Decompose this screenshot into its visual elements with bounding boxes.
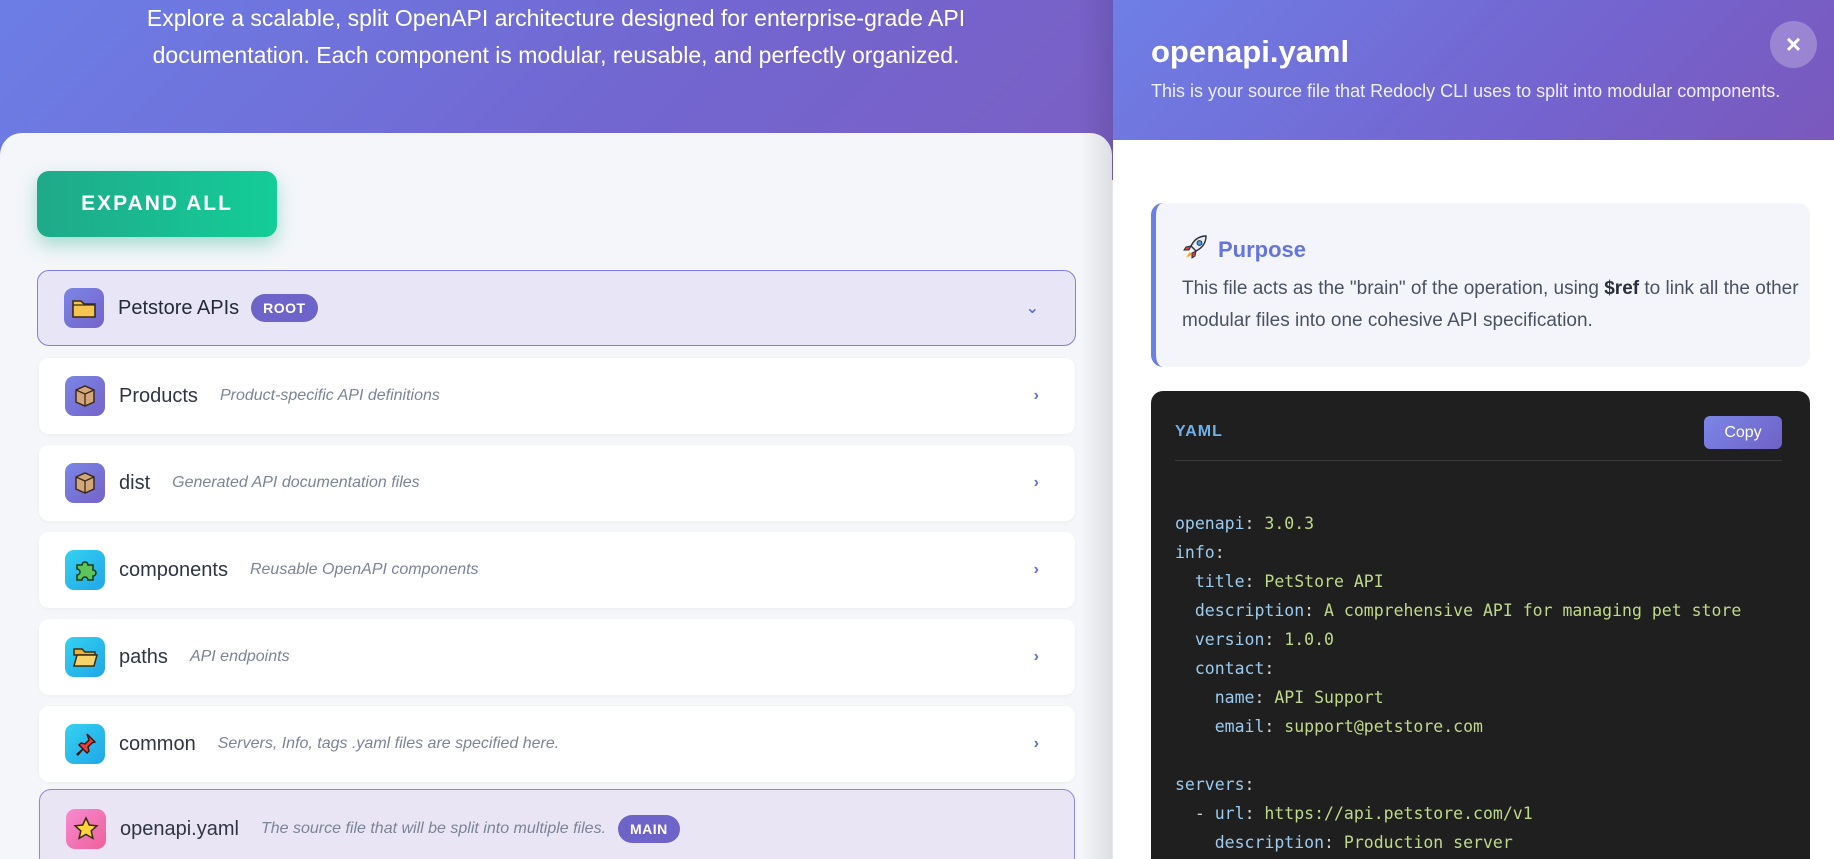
folder-icon bbox=[64, 288, 104, 328]
code-value: 3.0.3 bbox=[1254, 514, 1315, 533]
code-indent: - bbox=[1175, 804, 1215, 823]
code-key: url bbox=[1214, 804, 1245, 823]
package-icon bbox=[65, 463, 105, 503]
code-line: name: API Support bbox=[1175, 683, 1782, 712]
code-block: YAML Copy openapi: 3.0.3 info: title: Pet… bbox=[1151, 391, 1810, 859]
code-value: 1.0.0 bbox=[1274, 630, 1334, 649]
code-line: description: Production server bbox=[1175, 828, 1782, 857]
code-line: version: 1.0.0 bbox=[1175, 625, 1782, 654]
star-icon bbox=[66, 809, 106, 849]
code-value: A comprehensive API for managing pet sto… bbox=[1314, 601, 1742, 620]
package-icon bbox=[65, 376, 105, 416]
tree-item-description: Reusable OpenAPI components bbox=[249, 561, 479, 578]
chevron-right-icon[interactable]: › bbox=[1034, 735, 1039, 753]
tree-item-label: Products bbox=[119, 384, 198, 407]
code-language-label: YAML bbox=[1175, 423, 1223, 440]
code-value: PetStore API bbox=[1254, 572, 1384, 591]
code-key: contact bbox=[1194, 659, 1265, 678]
tree-item-paths[interactable]: paths API endpoints › bbox=[39, 619, 1075, 695]
drawer-title: openapi.yaml bbox=[1151, 34, 1350, 69]
tree-root-petstore-apis[interactable]: Petstore APIs ROOT ⌄ bbox=[37, 270, 1076, 346]
code-key: openapi bbox=[1175, 514, 1245, 533]
puzzle-icon bbox=[65, 550, 105, 590]
root-badge: ROOT bbox=[251, 294, 318, 322]
code-key: name bbox=[1214, 688, 1255, 707]
tree-item-label: dist bbox=[119, 471, 151, 494]
hero-line-2: documentation. Each component is modular… bbox=[152, 42, 960, 68]
purpose-text-ref: $ref bbox=[1604, 278, 1640, 299]
purpose-header: Purpose bbox=[1182, 233, 1306, 266]
tree-item-description: Servers, Info, tags .yaml files are spec… bbox=[217, 735, 560, 752]
code-key: version bbox=[1194, 630, 1265, 649]
hero-description: Explore a scalable, split OpenAPI archit… bbox=[100, 0, 1012, 74]
purpose-text-part: This file acts as the "brain" of the ope… bbox=[1182, 278, 1605, 299]
tree-item-components[interactable]: components Reusable OpenAPI components › bbox=[39, 532, 1075, 608]
code-line: title: PetStore API bbox=[1175, 567, 1782, 596]
tree-item-dist[interactable]: dist Generated API documentation files › bbox=[39, 445, 1075, 521]
rocket-icon bbox=[1182, 233, 1210, 266]
code-line: servers: bbox=[1175, 775, 1255, 794]
code-key: description bbox=[1214, 833, 1325, 852]
drawer-shadow bbox=[1080, 0, 1114, 859]
code-key: email bbox=[1214, 717, 1265, 736]
chevron-right-icon[interactable]: › bbox=[1034, 648, 1039, 666]
tree-item-description: The source file that will be split into … bbox=[260, 820, 607, 837]
code-value: https://api.petstore.com/v1 bbox=[1254, 804, 1533, 823]
tree-item-description: Product-specific API definitions bbox=[219, 387, 440, 404]
code-value: support@petstore.com bbox=[1274, 717, 1483, 736]
code-key: description bbox=[1194, 601, 1305, 620]
tree-root-label: Petstore APIs bbox=[118, 296, 240, 319]
folder-open-icon bbox=[65, 637, 105, 677]
tree-item-products[interactable]: Products Product-specific API definition… bbox=[39, 358, 1075, 434]
file-detail-drawer: openapi.yaml This is your source file th… bbox=[1113, 0, 1834, 859]
chevron-down-icon[interactable]: ⌄ bbox=[1026, 298, 1039, 318]
code-line: - url: https://api.petstore.com/v1 bbox=[1175, 804, 1533, 823]
drawer-subtitle: This is your source file that Redocly CL… bbox=[1151, 81, 1781, 101]
code-key: info bbox=[1175, 543, 1215, 562]
code-content[interactable]: openapi: 3.0.3 info: title: PetStore API … bbox=[1175, 509, 1782, 857]
purpose-card: Purpose This file acts as the "brain" of… bbox=[1151, 203, 1810, 367]
tree-item-description: Generated API documentation files bbox=[172, 474, 420, 491]
chevron-right-icon[interactable]: › bbox=[1034, 561, 1039, 579]
tree-item-label: common bbox=[119, 732, 196, 755]
code-value: API Support bbox=[1264, 688, 1384, 707]
code-divider bbox=[1175, 460, 1782, 461]
code-key: servers bbox=[1175, 775, 1245, 794]
close-button[interactable]: × bbox=[1770, 21, 1817, 68]
expand-all-button[interactable]: EXPAND ALL bbox=[37, 171, 277, 237]
main-badge: MAIN bbox=[618, 815, 680, 843]
code-line: contact: bbox=[1175, 654, 1782, 683]
code-key: title bbox=[1194, 572, 1245, 591]
purpose-title: Purpose bbox=[1218, 236, 1307, 262]
code-line: openapi: 3.0.3 bbox=[1175, 514, 1315, 533]
chevron-right-icon[interactable]: › bbox=[1034, 387, 1039, 405]
code-value: Production server bbox=[1333, 833, 1513, 852]
code-line: email: support@petstore.com bbox=[1175, 712, 1782, 741]
tree-item-label: openapi.yaml bbox=[120, 817, 239, 840]
tree-item-label: paths bbox=[119, 645, 168, 668]
code-line: description: A comprehensive API for man… bbox=[1175, 596, 1782, 625]
tree-item-common[interactable]: common Servers, Info, tags .yaml files a… bbox=[39, 706, 1075, 782]
code-line: info: bbox=[1175, 543, 1225, 562]
tree-item-description: API endpoints bbox=[189, 648, 290, 665]
drawer-header: openapi.yaml This is your source file th… bbox=[1113, 0, 1834, 140]
copy-button[interactable]: Copy bbox=[1704, 416, 1782, 449]
tree-item-openapi-yaml[interactable]: openapi.yaml The source file that will b… bbox=[39, 789, 1075, 859]
tree-item-label: components bbox=[119, 558, 228, 581]
pin-icon bbox=[65, 724, 105, 764]
chevron-right-icon[interactable]: › bbox=[1034, 474, 1039, 492]
purpose-text: This file acts as the "brain" of the ope… bbox=[1182, 273, 1802, 337]
hero-line-1: Explore a scalable, split OpenAPI archit… bbox=[146, 5, 966, 31]
